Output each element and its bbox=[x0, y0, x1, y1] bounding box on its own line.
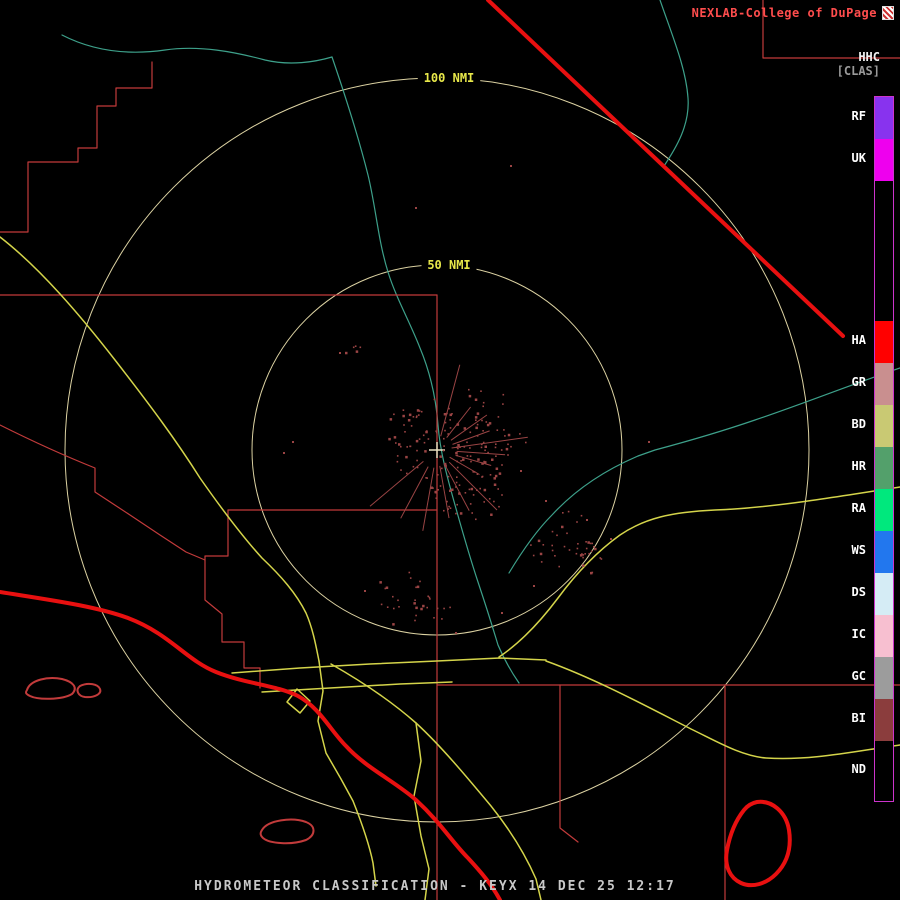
legend-label-ND: ND bbox=[851, 762, 866, 776]
legend-segment-GR bbox=[875, 363, 893, 405]
product-class: [CLAS] bbox=[836, 64, 880, 78]
highway-line bbox=[545, 660, 900, 760]
cod-logo-icon bbox=[882, 6, 894, 20]
legend-segment-GC bbox=[875, 657, 893, 699]
legend-segment-WS bbox=[875, 531, 893, 573]
legend-color-bar bbox=[874, 96, 894, 802]
legend-segment-BI bbox=[875, 699, 893, 741]
range-ring-label: 50 NMI bbox=[427, 258, 470, 272]
radar-echoes bbox=[283, 165, 650, 634]
highway-line bbox=[330, 663, 542, 900]
product-code: HHC bbox=[858, 50, 880, 64]
radar-display: 50 NMI 100 NMI NEXLAB-College of DuPage H… bbox=[0, 0, 900, 900]
highway-line bbox=[231, 657, 547, 674]
state-boundary-line bbox=[724, 799, 792, 888]
legend-segment-RA bbox=[875, 489, 893, 531]
county-line bbox=[0, 61, 153, 233]
lake-outline bbox=[259, 818, 315, 845]
lake-outline bbox=[25, 677, 76, 700]
legend-label-BD: BD bbox=[851, 417, 866, 431]
highway-line bbox=[0, 236, 320, 662]
state-boundary-line bbox=[486, 0, 845, 338]
river-line bbox=[508, 455, 639, 574]
legend-segment-ND bbox=[875, 741, 893, 801]
legend-label-WS: WS bbox=[851, 543, 866, 557]
legend-label-HA: HA bbox=[851, 333, 866, 347]
footer-title: HYDROMETEOR CLASSIFICATION - KEYX 14 DEC… bbox=[194, 879, 676, 894]
river-line bbox=[61, 34, 333, 64]
river-line bbox=[659, 0, 689, 167]
legend-segment-BD bbox=[875, 405, 893, 447]
legend-label-RF: RF bbox=[851, 109, 866, 123]
legend-label-GC: GC bbox=[851, 669, 866, 683]
legend-label-IC: IC bbox=[851, 627, 866, 641]
county-line bbox=[559, 684, 579, 843]
county-line bbox=[204, 509, 261, 689]
legend-label-HR: HR bbox=[851, 459, 866, 473]
legend-label-DS: DS bbox=[851, 585, 866, 599]
river-line bbox=[331, 56, 520, 684]
source-title: NEXLAB-College of DuPage bbox=[691, 6, 877, 20]
legend-segment-RF bbox=[875, 97, 893, 139]
radar-map: 50 NMI 100 NMI bbox=[0, 0, 900, 900]
legend-label-RA: RA bbox=[851, 501, 866, 515]
legend-segment-HR bbox=[875, 447, 893, 489]
lake-outline bbox=[76, 682, 102, 699]
legend-segment-gap bbox=[875, 181, 893, 321]
highway-line bbox=[261, 681, 453, 693]
legend-segment-DS bbox=[875, 573, 893, 615]
legend-segment-UK bbox=[875, 139, 893, 181]
highway-line bbox=[317, 660, 377, 887]
highway-line bbox=[498, 486, 900, 658]
header: NEXLAB-College of DuPage bbox=[692, 6, 894, 20]
county-line bbox=[0, 424, 206, 561]
legend-segment-HA bbox=[875, 321, 893, 363]
legend-segment-IC bbox=[875, 615, 893, 657]
legend-label-BI: BI bbox=[851, 711, 866, 725]
legend-label-GR: GR bbox=[851, 375, 866, 389]
legend-label-UK: UK bbox=[851, 151, 866, 165]
range-ring-label: 100 NMI bbox=[424, 71, 475, 85]
